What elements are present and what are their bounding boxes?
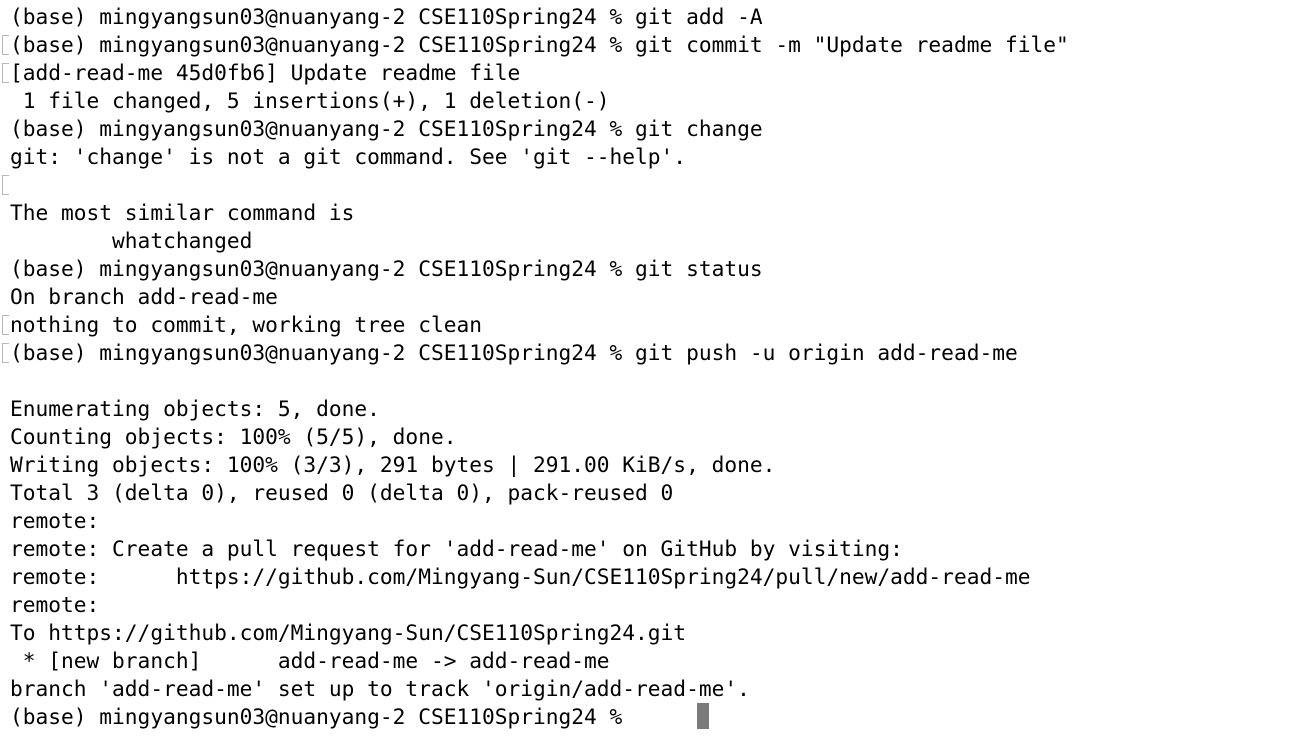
terminal-line-text: (base) mingyangsun03@nuanyang-2 CSE110Sp… [10, 116, 763, 141]
terminal-line: remote: Create a pull request for 'add-r… [0, 535, 1302, 563]
line-mark-bracket [2, 63, 9, 83]
terminal-window[interactable]: (base) mingyangsun03@nuanyang-2 CSE110Sp… [0, 0, 1302, 736]
line-mark-bracket [2, 343, 9, 363]
terminal-line: (base) mingyangsun03@nuanyang-2 CSE110Sp… [0, 3, 1302, 31]
terminal-line: On branch add-read-me [0, 283, 1302, 311]
terminal-line-text: remote: Create a pull request for 'add-r… [10, 536, 903, 561]
terminal-line-text: remote: [10, 592, 100, 617]
terminal-line-text: (base) mingyangsun03@nuanyang-2 CSE110Sp… [10, 340, 1018, 365]
terminal-line: whatchanged [0, 227, 1302, 255]
terminal-line-text: Total 3 (delta 0), reused 0 (delta 0), p… [10, 480, 674, 505]
terminal-line: (base) mingyangsun03@nuanyang-2 CSE110Sp… [0, 255, 1302, 283]
terminal-line: (base) mingyangsun03@nuanyang-2 CSE110Sp… [0, 339, 1302, 367]
terminal-line-text: remote: [10, 508, 100, 533]
text-cursor [697, 703, 709, 729]
terminal-line: To https://github.com/Mingyang-Sun/CSE11… [0, 619, 1302, 647]
terminal-line: remote: [0, 507, 1302, 535]
terminal-line-text: On branch add-read-me [10, 284, 278, 309]
terminal-line: Writing objects: 100% (3/3), 291 bytes |… [0, 451, 1302, 479]
line-mark-bracket [2, 315, 9, 335]
terminal-line-text: whatchanged [10, 228, 253, 253]
terminal-line-text: * [new branch] add-read-me -> add-read-m… [10, 648, 610, 673]
terminal-line: [add-read-me 45d0fb6] Update readme file [0, 59, 1302, 87]
terminal-line: Total 3 (delta 0), reused 0 (delta 0), p… [0, 479, 1302, 507]
terminal-line: remote: [0, 591, 1302, 619]
terminal-line: (base) mingyangsun03@nuanyang-2 CSE110Sp… [0, 703, 1302, 731]
terminal-line: Counting objects: 100% (5/5), done. [0, 423, 1302, 451]
terminal-line-text: git: 'change' is not a git command. See … [10, 144, 687, 169]
terminal-line-text: (base) mingyangsun03@nuanyang-2 CSE110Sp… [10, 256, 763, 281]
terminal-line-text: (base) mingyangsun03@nuanyang-2 CSE110Sp… [10, 4, 763, 29]
terminal-line-text: Writing objects: 100% (3/3), 291 bytes |… [10, 452, 776, 477]
terminal-line: branch 'add-read-me' set up to track 'or… [0, 675, 1302, 703]
terminal-line: (base) mingyangsun03@nuanyang-2 CSE110Sp… [0, 31, 1302, 59]
terminal-line: remote: https://github.com/Mingyang-Sun/… [0, 563, 1302, 591]
terminal-line-text: Counting objects: 100% (5/5), done. [10, 424, 457, 449]
terminal-line: 1 file changed, 5 insertions(+), 1 delet… [0, 87, 1302, 115]
terminal-line [0, 171, 1302, 199]
terminal-line: The most similar command is [0, 199, 1302, 227]
line-mark-bracket [2, 175, 9, 195]
terminal-line-text: [add-read-me 45d0fb6] Update readme file [10, 60, 521, 85]
terminal-line-text: nothing to commit, working tree clean [10, 312, 482, 337]
terminal-line: (base) mingyangsun03@nuanyang-2 CSE110Sp… [0, 115, 1302, 143]
terminal-line: Enumerating objects: 5, done. [0, 395, 1302, 423]
terminal-line-text: 1 file changed, 5 insertions(+), 1 delet… [10, 88, 610, 113]
terminal-line-text: branch 'add-read-me' set up to track 'or… [10, 676, 750, 701]
terminal-line-text: (base) mingyangsun03@nuanyang-2 CSE110Sp… [10, 704, 636, 729]
terminal-line: * [new branch] add-read-me -> add-read-m… [0, 647, 1302, 675]
terminal-line-text: To https://github.com/Mingyang-Sun/CSE11… [10, 620, 687, 645]
terminal-line-text: Enumerating objects: 5, done. [10, 396, 380, 421]
line-mark-bracket [2, 35, 9, 55]
terminal-line-text: (base) mingyangsun03@nuanyang-2 CSE110Sp… [10, 32, 1069, 57]
terminal-line: git: 'change' is not a git command. See … [0, 143, 1302, 171]
terminal-line-text: remote: https://github.com/Mingyang-Sun/… [10, 564, 1031, 589]
terminal-line-text: The most similar command is [10, 200, 355, 225]
terminal-line: nothing to commit, working tree clean [0, 311, 1302, 339]
